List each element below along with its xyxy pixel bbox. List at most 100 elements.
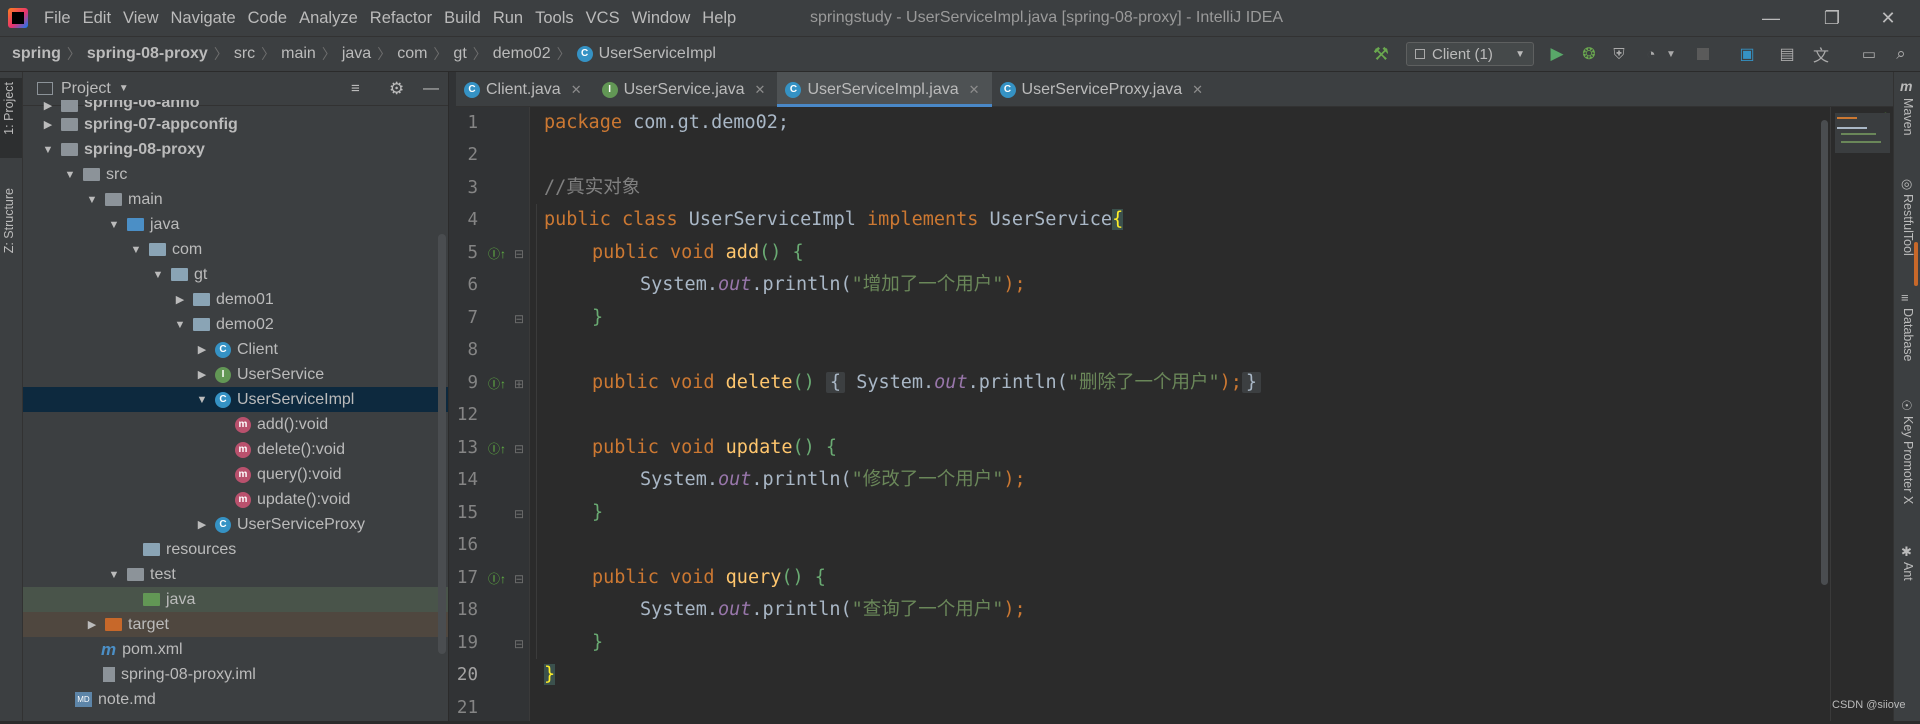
close-tab-icon[interactable]: ✕	[1192, 82, 1203, 98]
update-project-icon[interactable]: ▣	[1736, 42, 1758, 66]
key-promoter-tab[interactable]: Key Promoter X	[1901, 416, 1915, 504]
code-editor[interactable]: package com.gt.demo02; //真实对象 public cla…	[530, 107, 1830, 721]
tab-userserviceproxy[interactable]: C UserServiceProxy.java ✕	[992, 72, 1216, 107]
menu-tools[interactable]: Tools	[529, 0, 580, 36]
breadcrumb-item[interactable]: spring	[0, 45, 65, 63]
tree-item[interactable]: m delete():void	[23, 437, 448, 462]
tree-item[interactable]: ▼ gt	[23, 262, 448, 287]
tree-item[interactable]: ▼ spring-08-proxy	[23, 137, 448, 162]
close-tab-icon[interactable]: ✕	[969, 82, 980, 98]
fold-marker-icon[interactable]: ⊟	[514, 637, 524, 651]
project-structure-icon[interactable]: ▤	[1776, 42, 1798, 66]
breadcrumb-item[interactable]: demo02	[489, 45, 555, 63]
structure-tool-tab[interactable]: Z: Structure	[0, 182, 22, 262]
chevron-down-icon[interactable]: ▼	[1664, 42, 1678, 66]
breadcrumb-item[interactable]: src	[230, 45, 259, 63]
tree-item[interactable]: ▼ com	[23, 237, 448, 262]
hide-panel-icon[interactable]: —	[423, 80, 439, 98]
layout-icon[interactable]: ▭	[1858, 42, 1880, 66]
tree-item[interactable]: MD note.md	[23, 687, 448, 712]
tree-item[interactable]: java	[23, 587, 448, 612]
restore-icon[interactable]: ❐	[1806, 0, 1858, 36]
build-hammer-icon[interactable]: ⚒	[1370, 42, 1392, 66]
tree-item[interactable]: m add():void	[23, 412, 448, 437]
tree-item[interactable]: ▶ spring-06-anno	[23, 100, 448, 112]
tree-item[interactable]: m query():void	[23, 462, 448, 487]
close-tab-icon[interactable]: ✕	[571, 82, 582, 98]
translate-icon[interactable]: 文	[1810, 42, 1832, 66]
tree-item[interactable]: ▼ java	[23, 212, 448, 237]
tree-item[interactable]: resources	[23, 537, 448, 562]
fold-marker-icon[interactable]: ⊟	[514, 442, 524, 456]
menu-run[interactable]: Run	[487, 0, 529, 36]
breadcrumb-item[interactable]: spring-08-proxy	[83, 45, 212, 63]
menu-view[interactable]: View	[117, 0, 164, 36]
tree-item[interactable]: m pom.xml	[23, 637, 448, 662]
tree-item[interactable]: ▶ I UserService	[23, 362, 448, 387]
tab-userserviceimpl[interactable]: C UserServiceImpl.java ✕	[777, 72, 992, 107]
tree-item[interactable]: ▶ demo01	[23, 287, 448, 312]
fold-marker-icon[interactable]: ⊟	[514, 312, 524, 326]
menu-refactor[interactable]: Refactor	[364, 0, 438, 36]
menu-edit[interactable]: Edit	[77, 0, 117, 36]
tree-item[interactable]: ▼ demo02	[23, 312, 448, 337]
tree-item[interactable]: ▼ src	[23, 162, 448, 187]
project-tool-tab[interactable]: 1: Project	[0, 78, 22, 158]
code-minimap[interactable]: ✔	[1830, 107, 1893, 721]
gear-icon[interactable]: ⚙	[389, 79, 404, 99]
fold-marker-icon[interactable]: ⊟	[514, 247, 524, 261]
maven-tab[interactable]: Maven	[1901, 98, 1915, 136]
tree-item[interactable]: ▶ spring-07-appconfig	[23, 112, 448, 137]
menu-code[interactable]: Code	[242, 0, 293, 36]
editor-scrollbar[interactable]	[1821, 120, 1828, 585]
stop-icon[interactable]	[1694, 42, 1712, 66]
tree-item[interactable]: m update():void	[23, 487, 448, 512]
menu-vcs[interactable]: VCS	[580, 0, 626, 36]
run-icon[interactable]: ▶	[1546, 42, 1568, 66]
tree-item-selected[interactable]: ▼ C UserServiceImpl	[23, 387, 448, 412]
minimize-icon[interactable]: —	[1745, 0, 1797, 36]
menu-analyze[interactable]: Analyze	[293, 0, 364, 36]
tree-item[interactable]: ▶ target	[23, 612, 448, 637]
tree-item[interactable]: ▶ C UserServiceProxy	[23, 512, 448, 537]
tree-item[interactable]: ▼ main	[23, 187, 448, 212]
tab-client[interactable]: C Client.java ✕	[456, 72, 594, 107]
implements-method-icon[interactable]: Ⓘ↑	[488, 375, 506, 392]
fold-marker-icon[interactable]: ⊞	[514, 377, 524, 391]
breadcrumb-item[interactable]: C UserServiceImpl	[573, 45, 720, 63]
breadcrumb-item[interactable]: gt	[449, 45, 470, 63]
debug-icon[interactable]: ❂	[1578, 42, 1600, 66]
panel-splitter[interactable]	[448, 72, 456, 721]
project-panel-title[interactable]: Project	[61, 80, 111, 98]
menu-build[interactable]: Build	[438, 0, 487, 36]
coverage-icon[interactable]: ⛨	[1608, 42, 1630, 66]
search-icon[interactable]: ⌕	[1890, 42, 1912, 66]
menu-file[interactable]: File	[38, 0, 77, 36]
breadcrumb-item[interactable]: com	[393, 45, 431, 63]
database-tab[interactable]: Database	[1901, 308, 1915, 362]
chevron-down-icon[interactable]: ▼	[119, 83, 129, 94]
profiler-icon[interactable]: ◔	[1640, 42, 1662, 66]
menu-help[interactable]: Help	[696, 0, 742, 36]
breadcrumb-item[interactable]: main	[277, 45, 320, 63]
tree-item-label: java	[166, 590, 196, 608]
tree-item[interactable]: ▼ test	[23, 562, 448, 587]
menu-navigate[interactable]: Navigate	[165, 0, 242, 36]
ant-tab[interactable]: Ant	[1901, 562, 1915, 581]
collapse-all-icon[interactable]: ≡	[351, 80, 360, 97]
implements-method-icon[interactable]: Ⓘ↑	[488, 245, 506, 262]
tab-userservice[interactable]: I UserService.java ✕	[594, 72, 778, 107]
project-scrollbar[interactable]	[438, 234, 446, 654]
close-window-icon[interactable]: ✕	[1862, 0, 1914, 36]
menu-window[interactable]: Window	[626, 0, 697, 36]
run-config-select[interactable]: Client (1) ▼	[1406, 42, 1534, 66]
fold-marker-icon[interactable]: ⊟	[514, 507, 524, 521]
breadcrumb-item[interactable]: java	[338, 45, 375, 63]
close-tab-icon[interactable]: ✕	[755, 82, 766, 98]
implements-method-icon[interactable]: Ⓘ↑	[488, 440, 506, 457]
implements-method-icon[interactable]: Ⓘ↑	[488, 570, 506, 587]
tree-item[interactable]: spring-08-proxy.iml	[23, 662, 448, 687]
fold-marker-icon[interactable]: ⊟	[514, 572, 524, 586]
restfultool-tab[interactable]: RestfulTool	[1901, 194, 1915, 256]
tree-item[interactable]: ▶ C Client	[23, 337, 448, 362]
